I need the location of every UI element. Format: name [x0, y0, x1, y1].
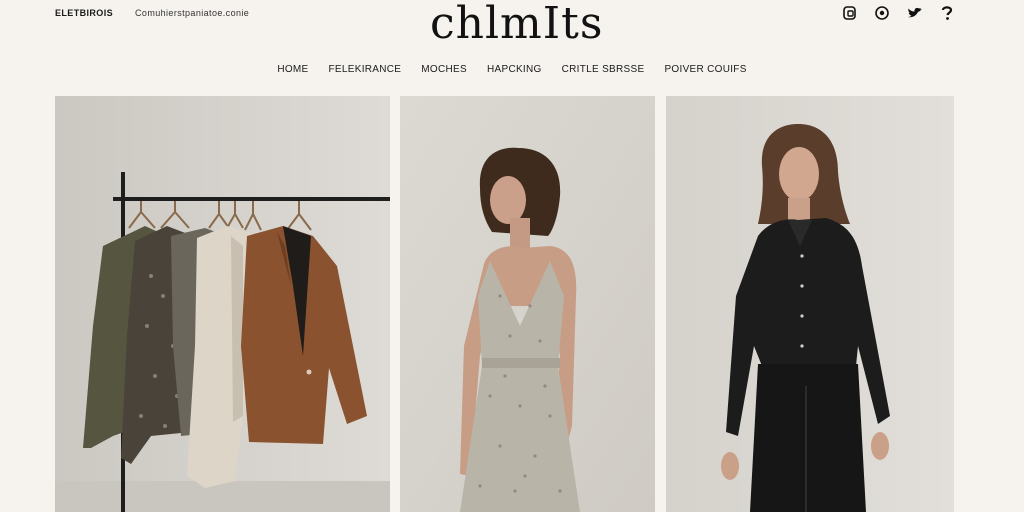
twitter-icon[interactable]: [906, 5, 924, 21]
pinterest-icon[interactable]: [874, 5, 890, 21]
clothing-rack-photo[interactable]: [55, 96, 390, 512]
instagram-icon[interactable]: [842, 5, 858, 21]
nav-item-home[interactable]: HOME: [277, 64, 308, 75]
black-outfit-photo[interactable]: [666, 96, 954, 512]
nav-item-felekirance[interactable]: FELEKIRANCE: [329, 64, 402, 75]
main-nav: HOME FELEKIRANCE MOCHES HAPCKING CRITLE …: [0, 64, 1024, 75]
top-left-secondary-link[interactable]: Comuhierstpaniatoe.conie: [135, 8, 249, 18]
nav-item-moches[interactable]: MOCHES: [421, 64, 467, 75]
nav-item-poiver-couifs[interactable]: POIVER COUIFS: [664, 64, 746, 75]
floral-dress-photo[interactable]: [400, 96, 655, 512]
nav-item-critle-sbrsse[interactable]: CRITLE SBRSSE: [562, 64, 645, 75]
top-left-primary-link[interactable]: ELETBIROIS: [55, 8, 113, 18]
top-left-links: ELETBIROIS Comuhierstpaniatoe.conie: [55, 8, 249, 18]
site-logo[interactable]: chlmIts: [430, 0, 602, 50]
help-icon[interactable]: [940, 5, 954, 21]
nav-item-hapcking[interactable]: HAPCKING: [487, 64, 542, 75]
social-links: [842, 5, 954, 21]
